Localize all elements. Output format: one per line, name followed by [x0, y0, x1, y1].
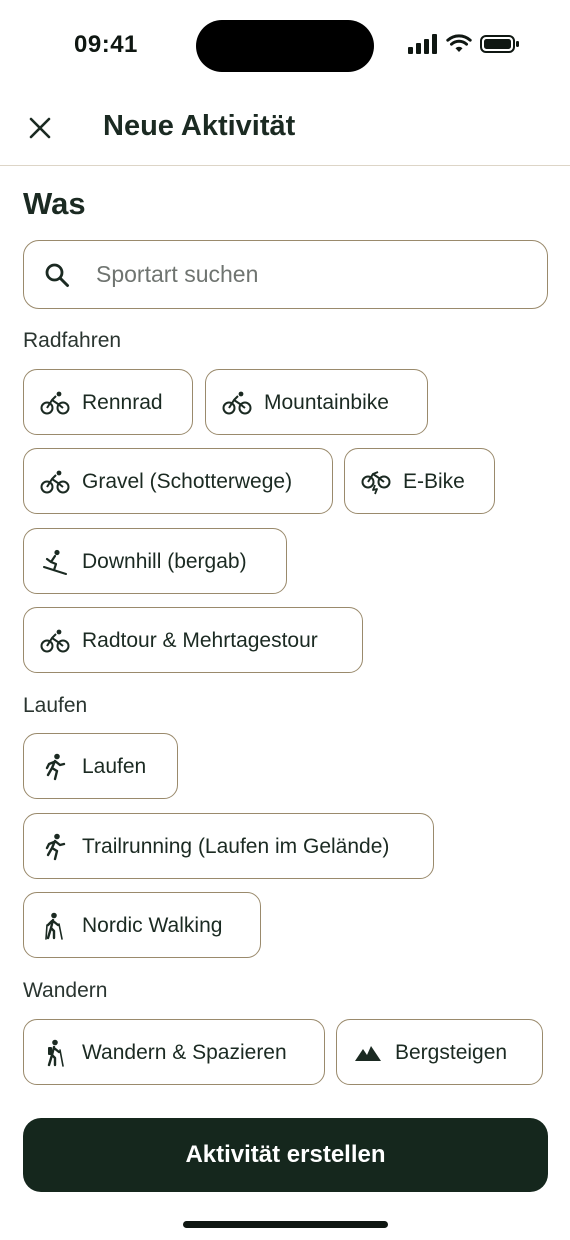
status-time: 09:41 [74, 31, 138, 58]
chip-gravel[interactable]: Gravel (Schotterwege) [23, 448, 333, 514]
category-label-laufen: Laufen [23, 694, 88, 717]
category-label-radfahren: Radfahren [23, 329, 122, 352]
header: Neue Aktivität [0, 96, 570, 164]
bike-icon [40, 627, 70, 655]
bike-icon [40, 468, 70, 496]
ebike-icon [361, 468, 391, 496]
chip-label: Rennrad [82, 391, 163, 414]
dynamic-island [196, 20, 374, 72]
header-divider [0, 165, 570, 166]
chip-label: Gravel (Schotterwege) [82, 470, 293, 493]
chip-mountainbike[interactable]: Mountainbike [205, 369, 428, 435]
status-icons [408, 34, 520, 54]
status-bar: 09:41 [0, 0, 570, 90]
create-activity-button[interactable]: Aktivität erstellen [23, 1118, 548, 1192]
chip-label: Bergsteigen [395, 1041, 508, 1064]
run-icon [40, 833, 70, 861]
signal-icon [408, 34, 437, 54]
chip-laufen[interactable]: Laufen [23, 733, 178, 799]
chip-label: Mountainbike [264, 391, 389, 414]
chip-label: Nordic Walking [82, 914, 223, 937]
home-indicator [183, 1221, 388, 1228]
chip-label: Trailrunning (Laufen im Gelände) [82, 835, 390, 858]
category-label-wandern: Wandern [23, 979, 108, 1002]
battery-icon [480, 35, 519, 53]
chip-label: E-Bike [403, 470, 465, 493]
section-title: Was [23, 186, 86, 221]
search-icon [45, 263, 69, 287]
close-button[interactable] [22, 110, 58, 146]
bike-icon [222, 389, 252, 417]
chip-radtour[interactable]: Radtour & Mehrtagestour [23, 607, 363, 673]
search-input[interactable] [96, 241, 526, 307]
chip-label: Radtour & Mehrtagestour [82, 629, 318, 652]
run-icon [40, 753, 70, 781]
downhill-icon [40, 548, 70, 576]
close-icon [29, 117, 51, 139]
nordic-walking-icon [40, 912, 70, 940]
chip-rennrad[interactable]: Rennrad [23, 369, 193, 435]
chip-downhill[interactable]: Downhill (bergab) [23, 528, 287, 594]
chip-label: Downhill (bergab) [82, 550, 247, 573]
bike-icon [40, 389, 70, 417]
chip-nordic-walking[interactable]: Nordic Walking [23, 892, 261, 958]
search-field[interactable] [23, 240, 548, 309]
page-title: Neue Aktivität [103, 110, 296, 142]
mountain-icon [353, 1039, 383, 1067]
chip-bergsteigen[interactable]: Bergsteigen [336, 1019, 543, 1085]
wifi-icon [446, 34, 472, 52]
hiking-icon [40, 1039, 70, 1067]
chip-ebike[interactable]: E-Bike [344, 448, 495, 514]
chip-label: Wandern & Spazieren [82, 1041, 287, 1064]
chip-label: Laufen [82, 755, 147, 778]
chip-trailrunning[interactable]: Trailrunning (Laufen im Gelände) [23, 813, 434, 879]
chip-wandern[interactable]: Wandern & Spazieren [23, 1019, 325, 1085]
